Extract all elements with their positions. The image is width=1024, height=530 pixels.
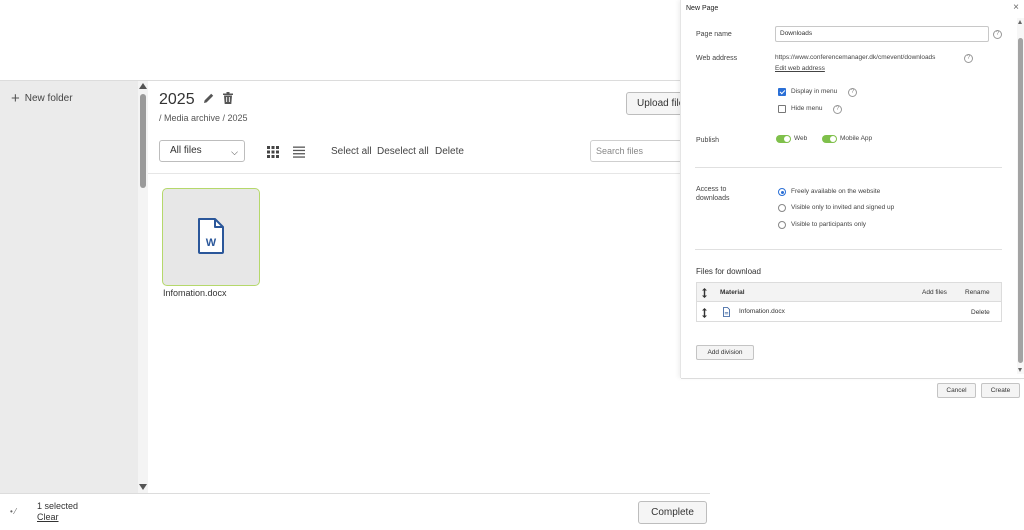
close-icon[interactable]: × [1013, 2, 1019, 13]
edit-web-address-link[interactable]: Edit web address [775, 65, 825, 72]
hide-menu-checkbox[interactable] [778, 105, 786, 113]
table-header: Material Add files Rename [697, 283, 1001, 302]
access-radio-invited[interactable] [778, 204, 786, 212]
access-option-label: Visible only to invited and signed up [791, 204, 895, 211]
drag-sort-icon[interactable] [701, 308, 708, 318]
rename-link[interactable]: Rename [965, 289, 990, 296]
display-in-menu-checkbox[interactable] [778, 88, 786, 96]
access-label: Access to downloads [696, 185, 729, 203]
new-page-dialog: New Page × Page name Downloads ? Web add… [680, 0, 1024, 378]
main-scrollbar[interactable] [138, 81, 148, 493]
access-label-line2: downloads [696, 195, 730, 202]
selection-bar: • ⁄ 1 selected Clear Complete [0, 493, 710, 530]
folder-title: 2025 [159, 91, 233, 109]
dialog-title: New Page [686, 5, 719, 12]
file-name: Infomation.docx [163, 288, 227, 298]
file-type-value: All files [170, 145, 202, 156]
hide-menu-label: Hide menu [791, 105, 823, 112]
publish-web-label: Web [794, 135, 808, 142]
grid-view-icon[interactable] [267, 145, 279, 163]
breadcrumb: / Media archive / 2025 [159, 113, 248, 123]
section-divider [695, 249, 1002, 250]
file-type-select[interactable]: All files ⌵ [159, 140, 245, 162]
scroll-thumb[interactable] [140, 94, 146, 188]
access-option-label: Visible to participants only [791, 221, 867, 228]
files-table: Material Add files Rename Infomation.doc… [696, 282, 1002, 322]
publish-app-label: Mobile App [840, 135, 873, 142]
loading-indicator-icon: • ⁄ [10, 507, 17, 516]
publish-app-toggle[interactable] [822, 135, 837, 143]
search-input[interactable]: Search files [590, 140, 690, 162]
display-in-menu-label: Display in menu [791, 88, 838, 95]
cancel-button[interactable]: Cancel [937, 383, 976, 398]
scroll-up-icon[interactable] [139, 83, 147, 89]
clear-selection-link[interactable]: Clear [37, 512, 59, 522]
scroll-down-icon[interactable] [1018, 368, 1022, 372]
edit-pencil-icon[interactable] [203, 91, 215, 109]
selected-count: 1 selected [37, 501, 79, 511]
word-document-icon: W [197, 218, 225, 259]
deselect-all-link[interactable]: Deselect all [377, 146, 429, 157]
chevron-down-icon: ⌵ [231, 147, 238, 157]
files-section-title: Files for download [696, 267, 761, 276]
delete-link[interactable]: Delete [435, 146, 464, 157]
folder-sidebar: + New folder [0, 81, 138, 493]
access-radio-participants[interactable] [778, 221, 786, 229]
add-division-button[interactable]: Add division [696, 345, 754, 360]
page-name-label: Page name [696, 31, 732, 38]
create-button[interactable]: Create [981, 383, 1020, 398]
access-label-line1: Access to [696, 186, 727, 193]
help-icon[interactable]: ? [848, 88, 857, 97]
file-card-selected[interactable]: W [162, 188, 260, 286]
document-icon [723, 307, 730, 317]
help-icon[interactable]: ? [964, 54, 973, 63]
new-folder-label: New folder [24, 93, 73, 104]
delete-file-link[interactable]: Delete [971, 309, 990, 316]
drag-sort-icon[interactable] [701, 288, 708, 298]
scroll-up-icon[interactable] [1018, 20, 1022, 24]
complete-button[interactable]: Complete [638, 501, 707, 524]
toolbar-divider [148, 173, 685, 174]
access-radio-free[interactable] [778, 188, 786, 196]
dialog-scrollbar[interactable] [1017, 18, 1024, 374]
trash-icon[interactable] [222, 91, 233, 109]
web-address-value: https://www.conferencemanager.dk/cmevent… [775, 54, 936, 61]
material-column-header: Material [720, 289, 745, 296]
scroll-down-icon[interactable] [139, 484, 147, 490]
new-folder-button[interactable]: + New folder [11, 89, 73, 107]
web-address-label: Web address [696, 55, 738, 62]
help-icon[interactable]: ? [993, 30, 1002, 39]
folder-name: 2025 [159, 91, 195, 108]
publish-web-toggle[interactable] [776, 135, 791, 143]
select-all-link[interactable]: Select all [331, 146, 372, 157]
media-main-panel: 2025 / Media archive / 2025 Upload files… [148, 81, 696, 493]
list-view-icon[interactable] [293, 145, 305, 163]
file-name: Infomation.docx [739, 308, 785, 315]
access-option-label: Freely available on the website [791, 188, 881, 195]
plus-icon: + [11, 89, 20, 107]
section-divider [695, 167, 1002, 168]
help-icon[interactable]: ? [833, 105, 842, 114]
word-letter: W [206, 237, 217, 249]
scroll-thumb[interactable] [1018, 38, 1023, 363]
publish-label: Publish [696, 137, 719, 144]
page-name-input[interactable]: Downloads [775, 26, 989, 42]
add-files-link[interactable]: Add files [922, 289, 947, 296]
dialog-footer-divider [681, 378, 1024, 379]
